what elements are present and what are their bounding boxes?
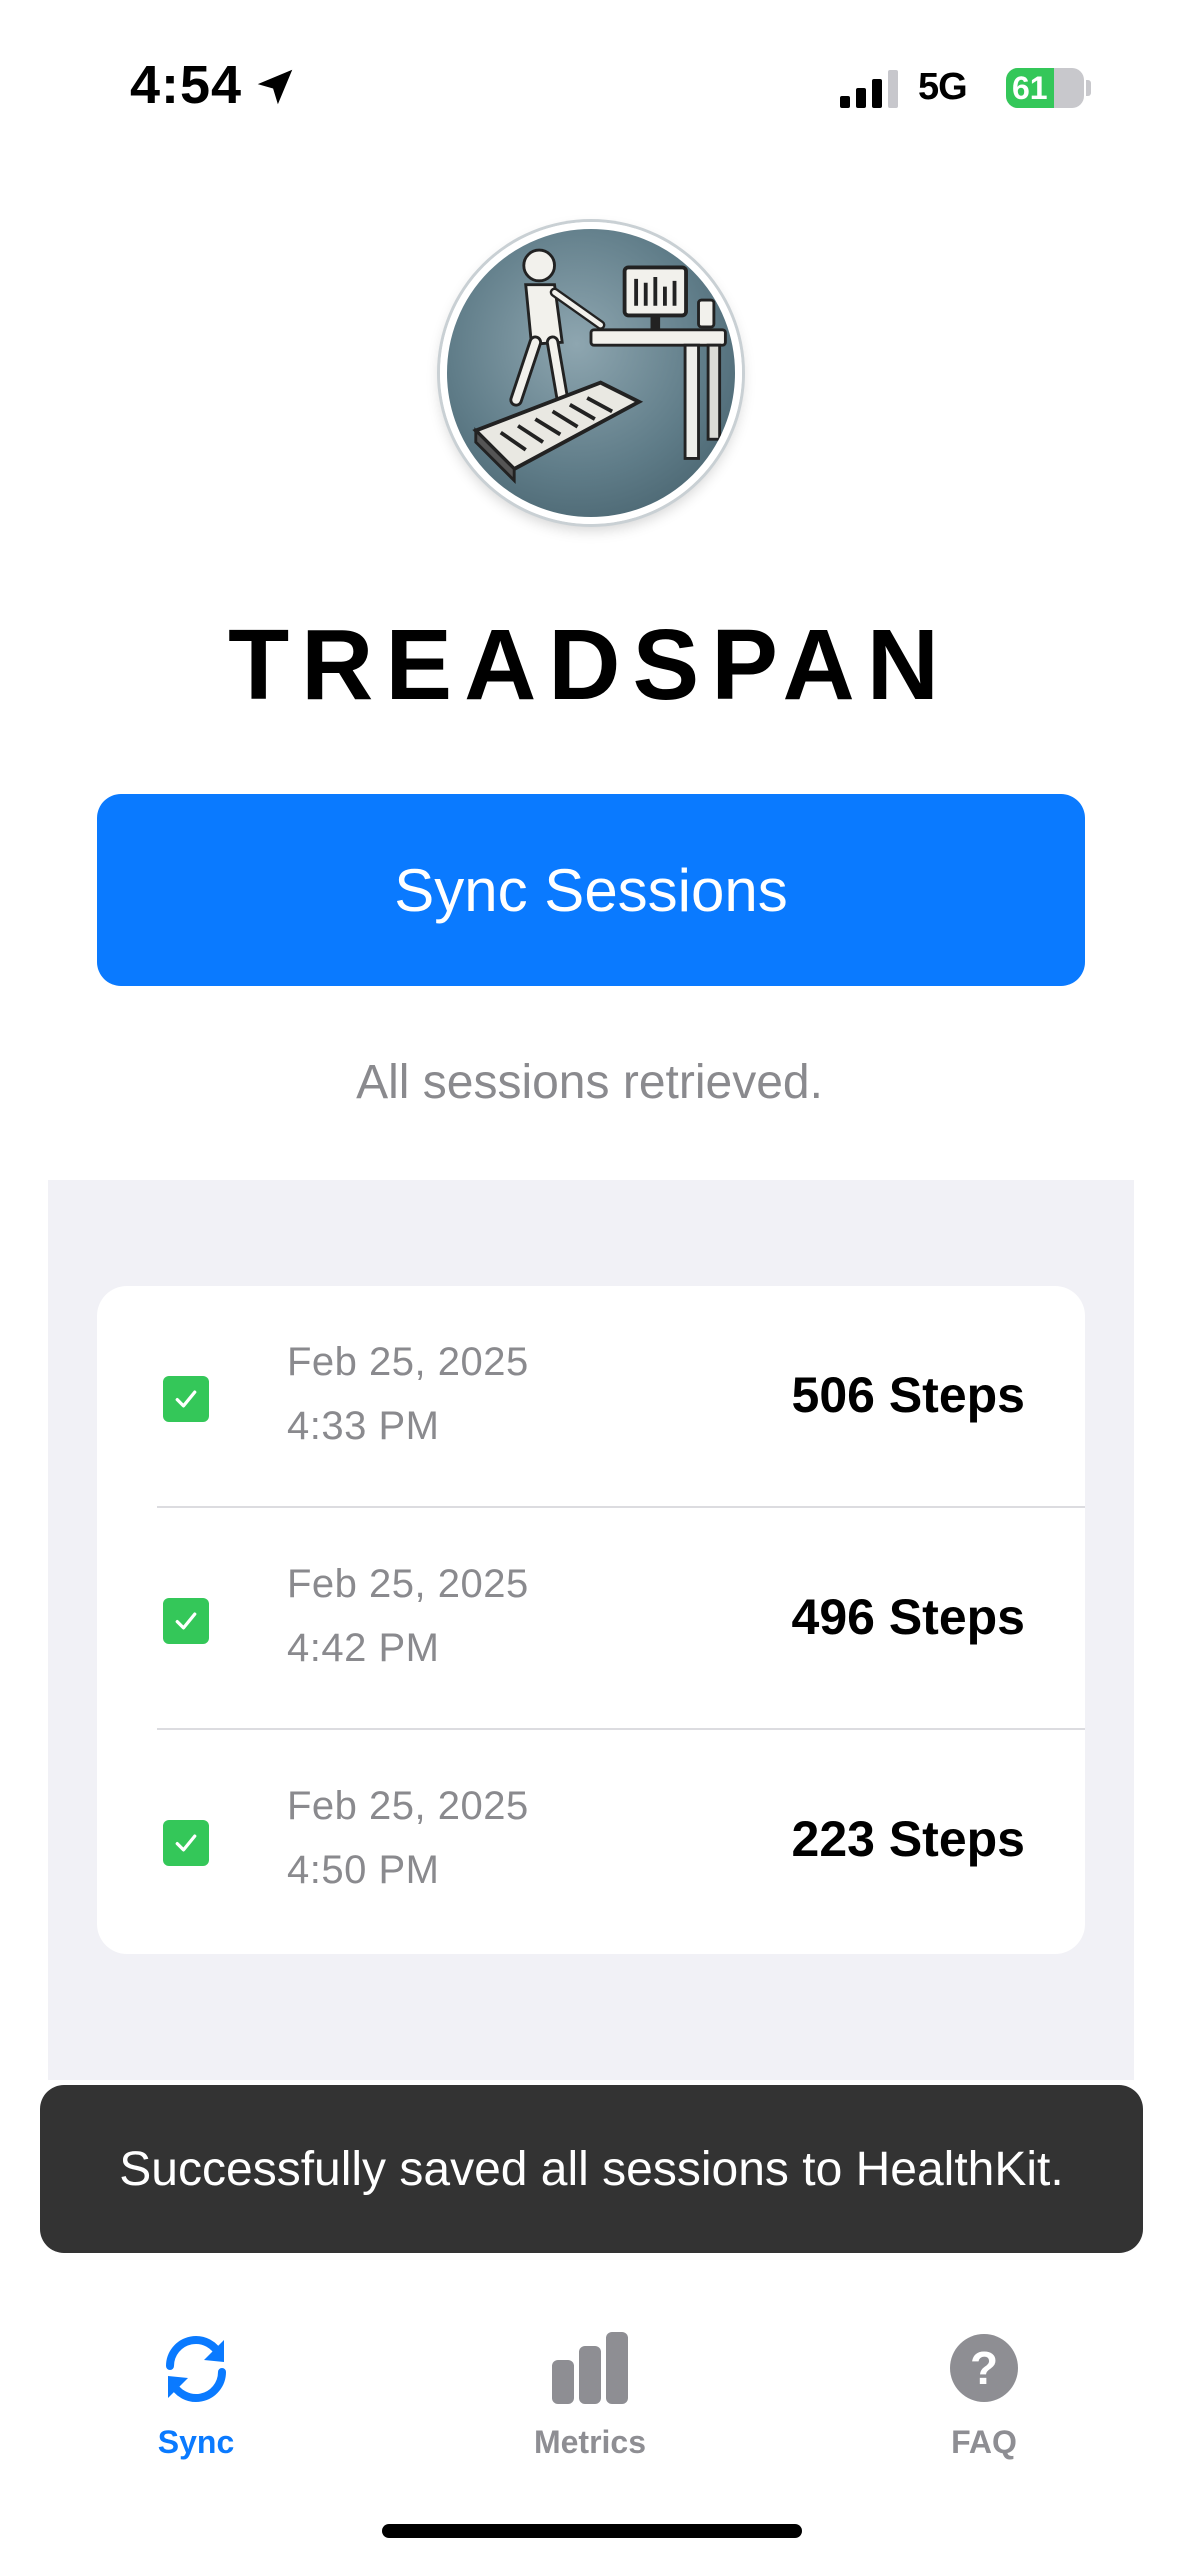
cellular-signal-icon [840,70,898,108]
session-row[interactable]: Feb 25, 2025 4:42 PM 496 Steps [97,1508,1085,1730]
session-date: Feb 25, 2025 [287,1784,529,1828]
sync-screen: 4:54 5G 61 TREADSPAN Sync Sessions All s… [0,0,1179,2556]
session-time: 4:42 PM [287,1626,440,1670]
sync-status-text: All sessions retrieved. [356,1056,823,1109]
session-list: Feb 25, 2025 4:33 PM 506 Steps Feb 25, 2… [97,1286,1085,1954]
status-bar: 4:54 5G 61 [0,0,1179,170]
session-time: 4:50 PM [287,1848,440,1892]
session-steps: 506 Steps [791,1367,1025,1423]
session-time: 4:33 PM [287,1404,440,1448]
status-time: 4:54 [130,55,243,115]
tab-label: Sync [157,2424,235,2460]
session-steps: 223 Steps [791,1811,1025,1867]
checkbox-checked-icon[interactable] [163,1598,209,1644]
tab-label: FAQ [951,2424,1017,2460]
app-title: TREADSPAN [228,609,951,721]
session-row[interactable]: Feb 25, 2025 4:50 PM 223 Steps [97,1730,1085,1952]
session-date: Feb 25, 2025 [287,1562,529,1606]
bar-chart-icon [552,2332,628,2404]
session-date: Feb 25, 2025 [287,1340,529,1384]
location-arrow-icon [257,69,293,105]
sessions-panel: Feb 25, 2025 4:33 PM 506 Steps Feb 25, 2… [48,1180,1134,2080]
checkbox-checked-icon[interactable] [163,1820,209,1866]
toast-message: Successfully saved all sessions to Healt… [40,2085,1143,2253]
question-circle-icon: ? [950,2334,1018,2402]
tab-metrics[interactable]: Metrics [490,2330,690,2470]
home-indicator[interactable] [382,2524,802,2538]
network-type: 5G [918,66,968,108]
tab-bar: Sync Metrics ? FAQ [0,2280,1179,2480]
tab-faq[interactable]: ? FAQ [884,2330,1084,2470]
battery-level: 61 [1012,70,1048,106]
sync-arrows-icon [166,2336,226,2402]
tab-sync[interactable]: Sync [96,2330,296,2470]
svg-text:?: ? [970,2342,998,2394]
sync-sessions-button[interactable]: Sync Sessions [97,794,1085,986]
session-steps: 496 Steps [791,1589,1025,1645]
checkbox-checked-icon[interactable] [163,1376,209,1422]
treadmill-desk-logo [440,222,742,524]
tab-label: Metrics [533,2424,647,2460]
battery-charging-icon: 61 [1006,68,1091,108]
session-row[interactable]: Feb 25, 2025 4:33 PM 506 Steps [97,1286,1085,1508]
